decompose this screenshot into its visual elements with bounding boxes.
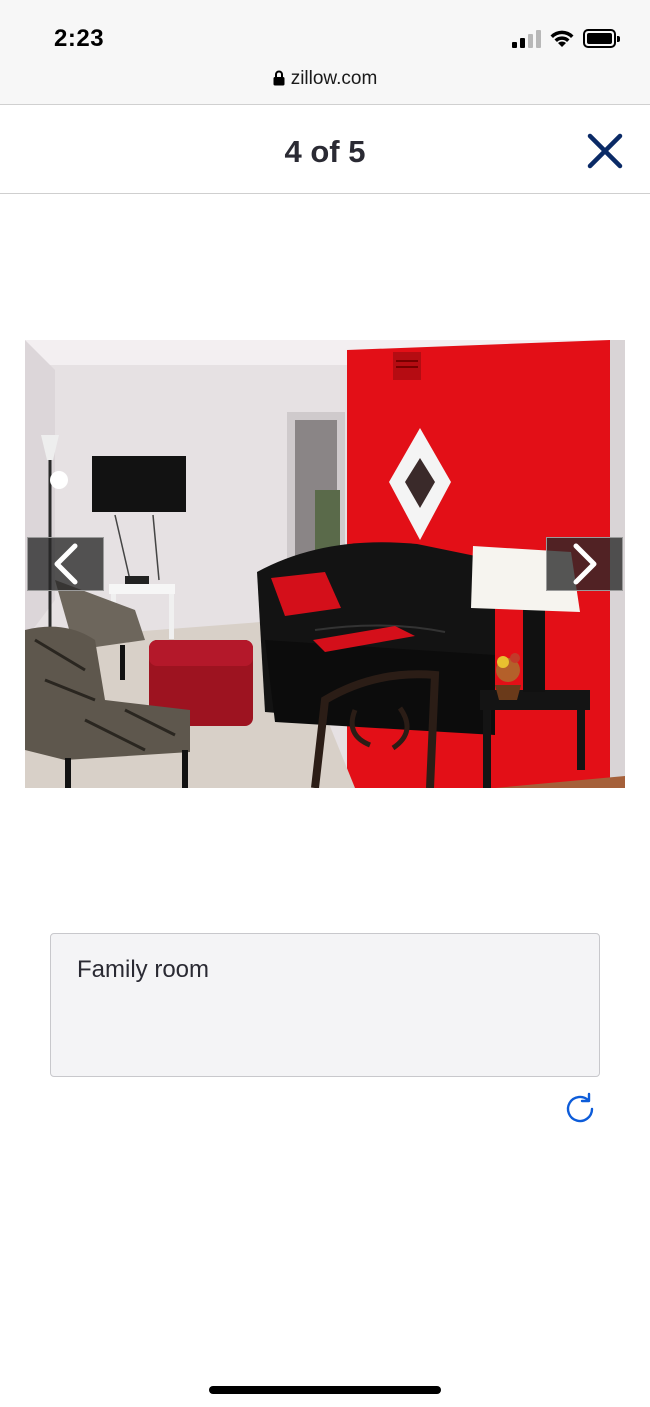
next-photo-button[interactable] (546, 537, 623, 591)
url-bar[interactable]: zillow.com (0, 68, 650, 90)
wifi-icon (550, 30, 574, 47)
photo-caption-box: Family room (50, 933, 600, 1077)
url-text: zillow.com (290, 68, 378, 89)
photo-caption: Family room (77, 956, 210, 983)
refresh-button[interactable] (562, 1091, 598, 1127)
family-room-photo (25, 340, 625, 788)
chevron-left-icon (54, 543, 77, 585)
close-button[interactable] (586, 132, 624, 170)
chevron-right-icon (573, 543, 596, 585)
battery-icon (583, 29, 620, 48)
home-indicator[interactable] (209, 1386, 441, 1394)
lock-icon (273, 70, 285, 86)
close-icon (587, 133, 623, 169)
photo-viewer-header: 4 of 5 (0, 106, 650, 194)
previous-photo-button[interactable] (27, 537, 104, 591)
photo-counter: 4 of 5 (284, 134, 366, 169)
signal-icon (512, 30, 542, 48)
status-time: 2:23 (54, 25, 105, 52)
listing-photo[interactable] (25, 340, 625, 788)
refresh-icon (566, 1092, 594, 1123)
browser-chrome: 2:23 zillow.com (0, 0, 650, 105)
